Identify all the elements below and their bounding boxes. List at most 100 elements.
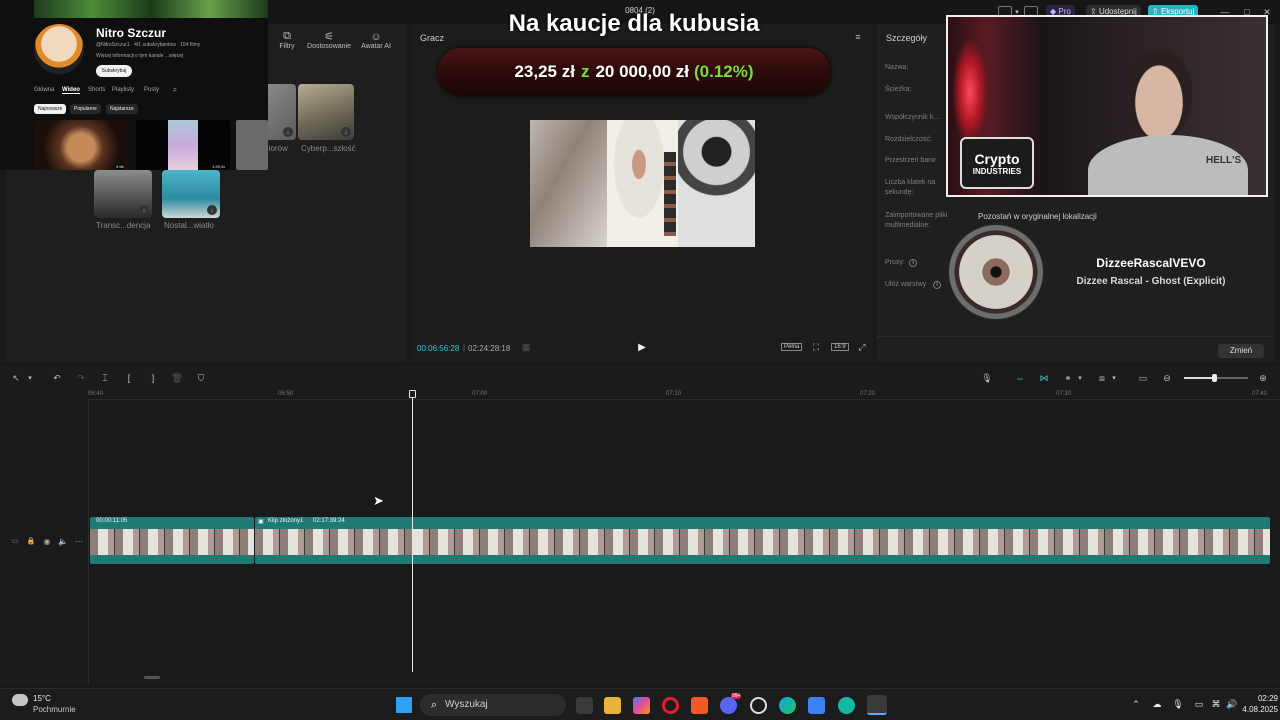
weather-description[interactable]: Pochmurnie xyxy=(33,705,76,714)
chevron-down-icon[interactable]: ▾ xyxy=(26,371,34,385)
compound-clip[interactable]: ▣ Klip złożony1 02:17:39:24 xyxy=(255,517,1270,564)
zoom-out-icon[interactable]: ⊖ xyxy=(1160,371,1174,385)
magnet-icon[interactable]: ⋈ xyxy=(1036,371,1052,385)
download-icon[interactable]: ↓ xyxy=(139,205,149,215)
microphone-icon[interactable]: 🎙 xyxy=(980,371,994,385)
donation-bar: 23,25 zł z 20 000,00 zł (0.12%) xyxy=(438,48,830,96)
search-icon[interactable]: ⌕ xyxy=(170,85,180,95)
aspect-ratio-button[interactable]: 16:9 xyxy=(831,343,849,351)
quality-button[interactable]: Pełna xyxy=(781,343,803,351)
channel-desc[interactable]: Więcej informacji o tym kanale ...więcej xyxy=(96,53,183,59)
zoom-slider-handle[interactable] xyxy=(1212,374,1217,382)
network-icon[interactable]: ⌘ xyxy=(1210,698,1222,710)
capcut-icon[interactable] xyxy=(867,695,887,715)
audio-icon[interactable]: 🔈 xyxy=(58,536,68,546)
music-disc xyxy=(949,225,1043,319)
chevron-down-icon[interactable]: ▾ xyxy=(1076,371,1084,385)
video-thumbnail[interactable] xyxy=(34,120,128,170)
taskbar: 15°C Pochmurnie ⌕ Wyszukaj 99+ ⌃ ☁ 🎙 ▭ ⌘… xyxy=(0,688,1280,720)
clock-date[interactable]: 4.08.2025 xyxy=(1232,705,1278,714)
copilot-icon[interactable] xyxy=(633,697,650,714)
edge-icon[interactable] xyxy=(779,697,796,714)
download-icon[interactable]: ↓ xyxy=(283,127,293,137)
chain-icon[interactable]: ⚭ xyxy=(1060,371,1076,385)
zoom-in-icon[interactable]: ⊕ xyxy=(1256,371,1270,385)
clip-filmstrip xyxy=(90,529,254,555)
search-box[interactable]: ⌕ Wyszukaj xyxy=(420,694,566,716)
play-icon[interactable]: ▶ xyxy=(635,340,649,354)
video-thumbnail[interactable] xyxy=(236,120,268,170)
split-icon[interactable]: ⌶ xyxy=(98,371,112,385)
playhead-handle[interactable] xyxy=(409,390,416,398)
weather-temperature[interactable]: 15°C xyxy=(33,694,51,703)
cursor-icon[interactable]: ↖ xyxy=(10,371,22,385)
preview-axis-icon[interactable]: ⧈ xyxy=(1094,371,1110,385)
track-header-divider xyxy=(88,400,89,685)
ruler-tick: 07:10 xyxy=(666,391,682,397)
player-title: Gracz xyxy=(420,33,445,43)
zoom-slider[interactable] xyxy=(1184,374,1248,382)
recording-app-icon[interactable] xyxy=(750,697,767,714)
chevron-up-icon[interactable]: ⌃ xyxy=(1130,698,1142,710)
channel-banner xyxy=(34,0,268,18)
filter-chip[interactable]: Najnowsze xyxy=(34,104,67,114)
task-view-icon[interactable] xyxy=(576,697,593,714)
search-icon: ⌕ xyxy=(430,698,438,711)
channel-tab[interactable]: Posty xyxy=(144,87,159,93)
media-item[interactable]: ↓ xyxy=(94,170,152,218)
playhead[interactable] xyxy=(412,390,413,672)
channel-tab[interactable]: Główna xyxy=(34,87,54,93)
trim-left-icon[interactable]: [ xyxy=(122,371,136,385)
channel-tab[interactable]: Wideo xyxy=(62,87,80,94)
photos-icon[interactable] xyxy=(808,697,825,714)
opera-icon[interactable] xyxy=(662,697,679,714)
start-button[interactable] xyxy=(396,697,412,713)
info-icon[interactable]: i xyxy=(909,259,917,267)
channel-tab[interactable]: Playlisty xyxy=(112,87,134,93)
filter-tool-button[interactable]: ⧉ Filtry xyxy=(272,28,302,52)
download-icon[interactable]: ↓ xyxy=(207,205,217,215)
channel-tab[interactable]: Shorts xyxy=(88,87,105,93)
time-separator: | xyxy=(463,343,466,352)
undo-icon[interactable]: ↶ xyxy=(50,371,64,385)
change-button[interactable]: Zmień xyxy=(1218,344,1264,358)
lock-icon[interactable]: 🔒 xyxy=(26,536,36,546)
filter-chip[interactable]: Najstarsze xyxy=(106,104,138,114)
filmstrip-icon[interactable]: ▦ xyxy=(519,342,533,352)
download-icon[interactable]: ↓ xyxy=(341,127,351,137)
video-clip[interactable]: 00:00:11:05 xyxy=(90,517,254,564)
ruler-tick: 07:30 xyxy=(1056,391,1072,397)
horizontal-scrollbar[interactable] xyxy=(144,676,160,679)
media-item[interactable]: ↓ xyxy=(162,170,220,218)
chevron-down-icon[interactable]: ▾ xyxy=(1110,371,1118,385)
media-item[interactable]: ↓ xyxy=(298,84,354,140)
time-ruler[interactable]: 06:40 06:50 07:00 07:10 07:20 07:30 07:4… xyxy=(88,390,1280,400)
filter-chip[interactable]: Popularne xyxy=(70,104,101,114)
menu-icon[interactable]: ≡ xyxy=(851,30,865,44)
captions-icon[interactable]: ▭ xyxy=(1136,371,1150,385)
track-cover-icon[interactable]: ▭ xyxy=(10,536,20,546)
focus-icon[interactable]: ⛶ xyxy=(809,340,823,354)
clock-time[interactable]: 02:29 xyxy=(1232,694,1278,703)
webcam-light xyxy=(952,37,988,147)
channel-overlay: Nitro Szczur @NitroSzczur1 · 4/1 subskry… xyxy=(0,0,268,170)
cloud-icon[interactable]: ☁ xyxy=(1150,698,1164,710)
mic-tray-icon[interactable]: 🎙 xyxy=(1172,698,1184,710)
subscribe-button[interactable]: Subskrybuj xyxy=(96,65,132,77)
display-icon[interactable]: ▭ xyxy=(1192,698,1206,710)
link-icon[interactable]: ⇔ xyxy=(1012,371,1028,385)
adjust-tool-button[interactable]: ⚟ Dostosowanie xyxy=(304,28,354,52)
video-thumbnail[interactable] xyxy=(136,120,230,170)
fullscreen-icon[interactable]: ⤢ xyxy=(855,340,869,354)
discord-icon[interactable] xyxy=(720,697,737,714)
info-icon[interactable]: i xyxy=(933,281,941,289)
eye-icon[interactable]: ◉ xyxy=(42,536,52,546)
brave-icon[interactable] xyxy=(691,697,708,714)
shield-icon[interactable]: ⛉ xyxy=(194,371,208,385)
avatar-ai-tool-button[interactable]: ☺ Awatar AI xyxy=(356,28,396,52)
file-explorer-icon[interactable] xyxy=(604,697,621,714)
more-icon[interactable]: ⋯ xyxy=(74,536,84,546)
trim-right-icon[interactable]: ] xyxy=(146,371,160,385)
browser-icon[interactable] xyxy=(838,697,855,714)
detail-label: Liczba klatek na sekundę: xyxy=(885,179,936,196)
